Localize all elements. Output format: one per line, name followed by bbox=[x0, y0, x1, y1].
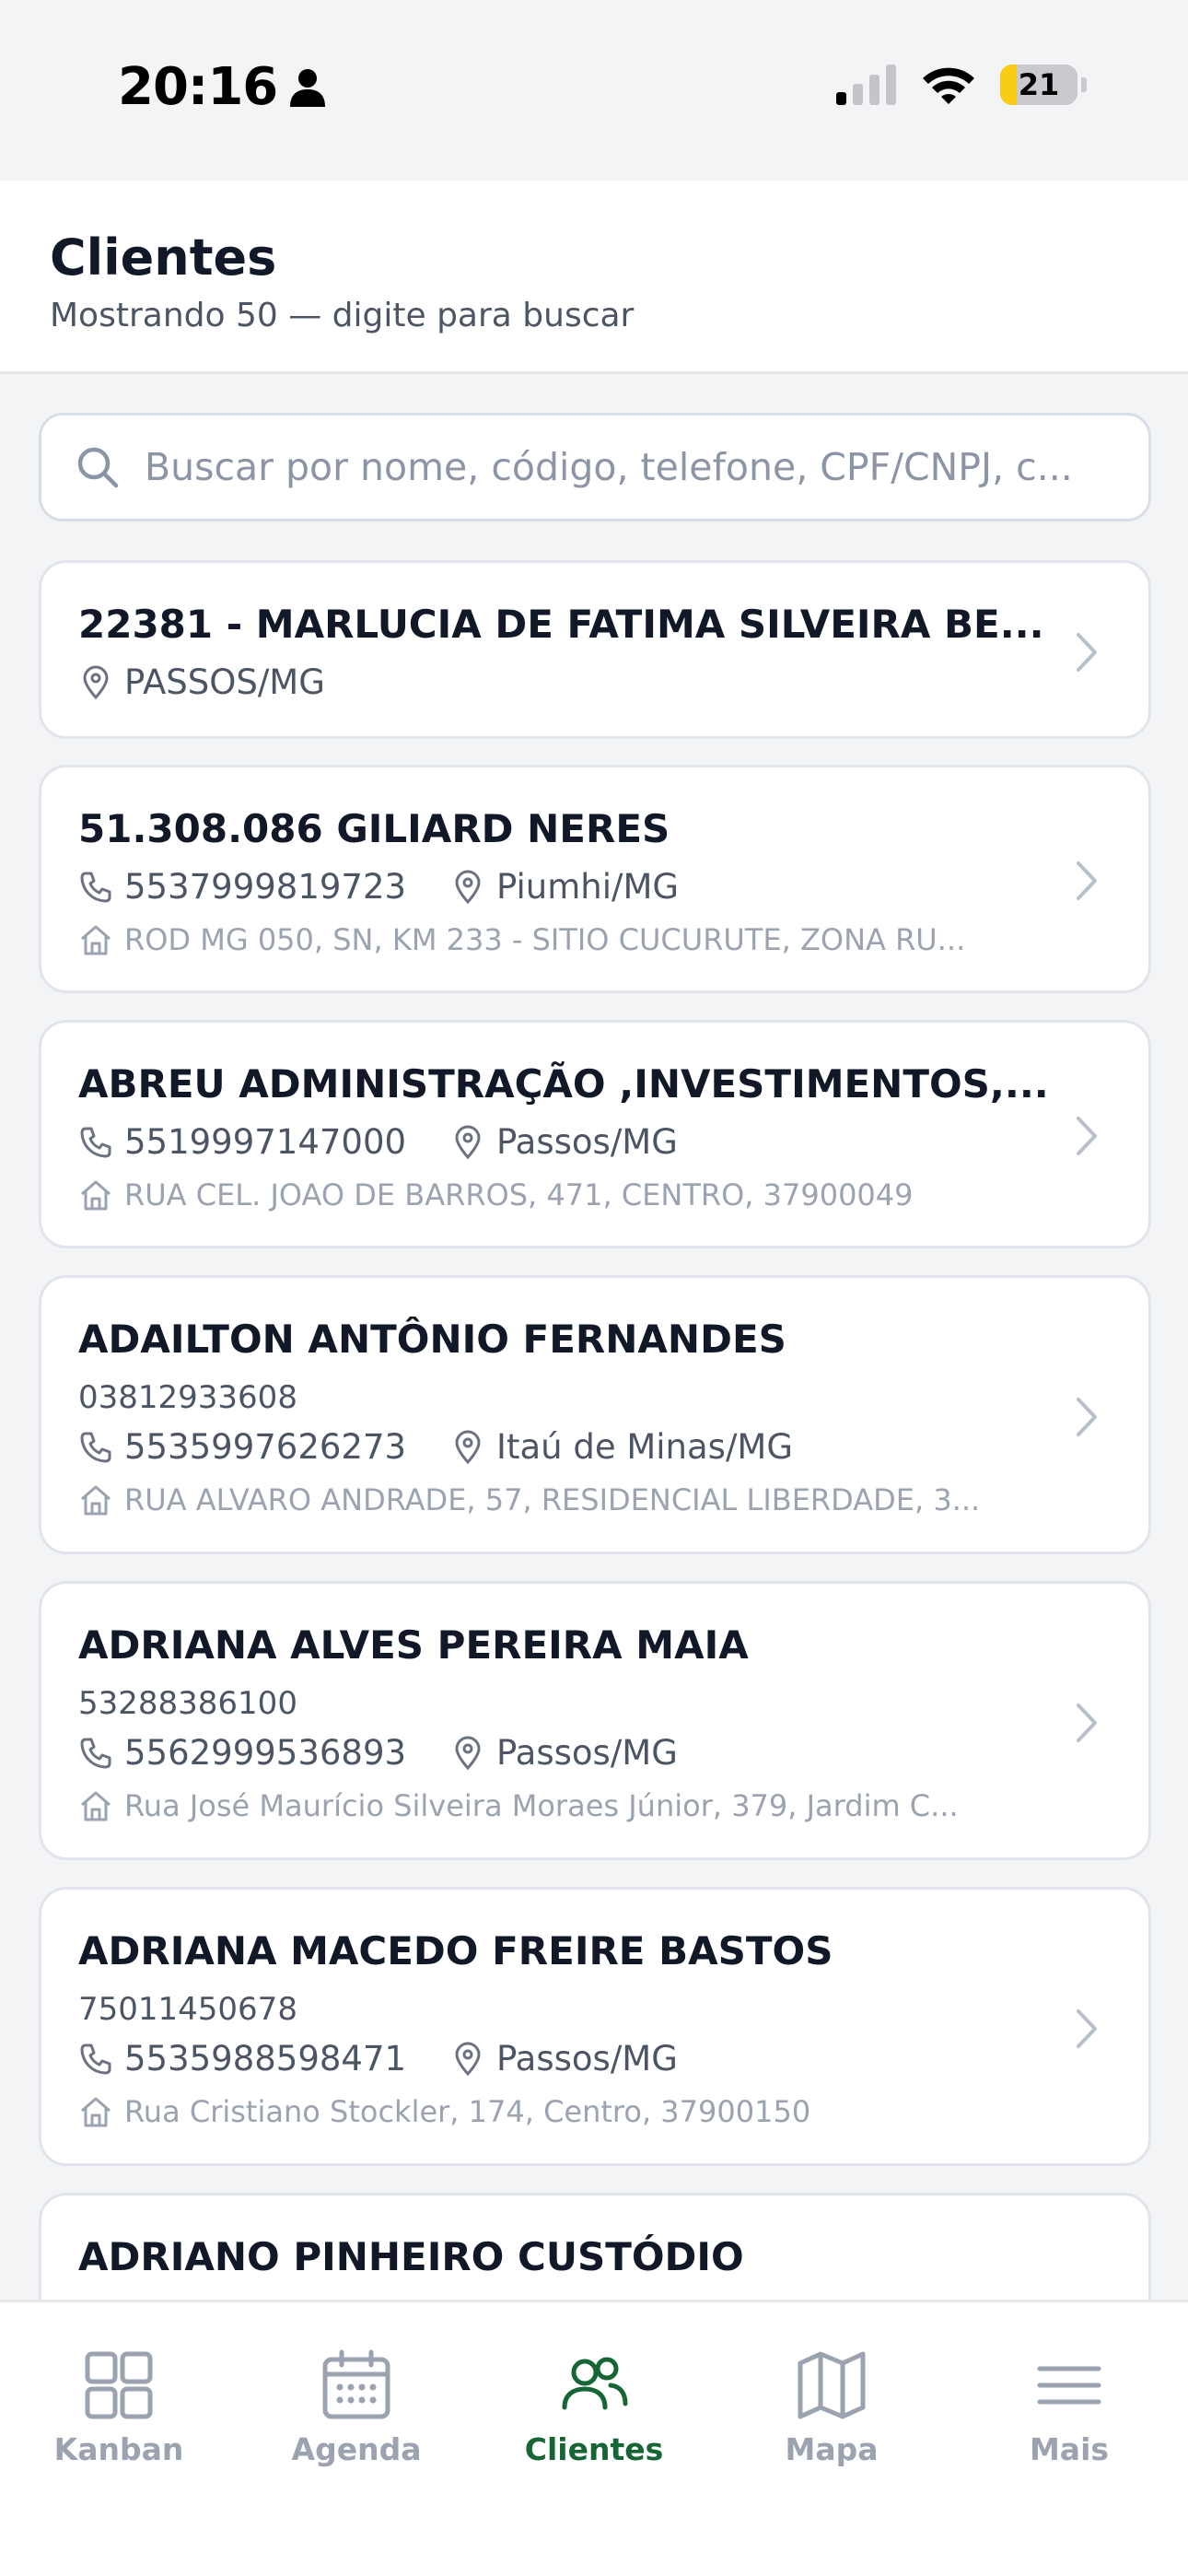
client-name: ABREU ADMINISTRAÇÃO ,INVESTIMENTOS,... bbox=[78, 1061, 1049, 1107]
nav-item-clientes[interactable]: Clientes bbox=[475, 2347, 713, 2467]
phone-icon bbox=[80, 2043, 111, 2074]
client-name: 22381 - MARLUCIA DE FATIMA SILVEIRA BE..… bbox=[78, 602, 1044, 647]
menu-icon bbox=[1037, 2366, 1101, 2405]
client-address: RUA CEL. JOAO DE BARROS, 471, CENTRO, 37… bbox=[124, 1177, 914, 1212]
client-city: Piumhi/MG bbox=[496, 867, 680, 907]
battery-fill bbox=[1000, 64, 1017, 105]
nav-label-agenda: Agenda bbox=[291, 2431, 422, 2467]
nav-item-agenda[interactable]: Agenda bbox=[238, 2347, 475, 2467]
map-icon bbox=[798, 2351, 866, 2419]
signal-icon bbox=[836, 64, 896, 105]
nav-label-clientes: Clientes bbox=[524, 2431, 664, 2467]
wifi-icon bbox=[923, 67, 974, 104]
home-icon bbox=[81, 1180, 111, 1211]
client-card[interactable]: 51.308.086 GILIARD NERES 5537999819723 P… bbox=[39, 765, 1151, 993]
client-document: 53288386100 bbox=[78, 1685, 297, 1722]
phone-icon bbox=[80, 1738, 111, 1768]
nav-item-mapa[interactable]: Mapa bbox=[713, 2347, 950, 2467]
client-card[interactable]: ADRIANA MACEDO FREIRE BASTOS 75011450678… bbox=[39, 1887, 1151, 2166]
search-input[interactable] bbox=[145, 445, 1121, 489]
location-pin-icon bbox=[83, 665, 109, 699]
client-name: ADRIANA MACEDO FREIRE BASTOS bbox=[78, 1928, 833, 1973]
chevron-right-icon bbox=[1077, 1704, 1097, 1742]
person-icon bbox=[290, 68, 326, 107]
client-address: RUA ALVARO ANDRADE, 57, RESIDENCIAL LIBE… bbox=[124, 1482, 981, 1517]
status-bar: 20:16 21 bbox=[0, 0, 1188, 181]
client-phone: 5537999819723 bbox=[124, 867, 407, 907]
location-pin-icon bbox=[455, 1125, 481, 1159]
page-title: Clientes bbox=[50, 228, 277, 287]
client-card[interactable]: ADAILTON ANTÔNIO FERNANDES 03812933608 5… bbox=[39, 1275, 1151, 1554]
client-city: Passos/MG bbox=[496, 1733, 678, 1773]
client-name: ADRIANA ALVES PEREIRA MAIA bbox=[78, 1622, 749, 1668]
nav-item-mais[interactable]: Mais bbox=[950, 2347, 1188, 2467]
grid-icon bbox=[85, 2351, 153, 2419]
battery-indicator: 21 bbox=[1000, 64, 1077, 105]
phone-icon bbox=[80, 872, 111, 902]
chevron-right-icon bbox=[1077, 2009, 1097, 2048]
home-icon bbox=[81, 925, 111, 955]
bottom-navigation: Kanban Agenda Clientes Mapa Mais bbox=[0, 2300, 1188, 2576]
chevron-right-icon bbox=[1077, 861, 1097, 900]
client-phone: 5535997626273 bbox=[124, 1427, 407, 1467]
client-address: Rua Cristiano Stockler, 174, Centro, 379… bbox=[124, 2094, 811, 2129]
client-phone: 5562999536893 bbox=[124, 1733, 407, 1773]
client-city: Itaú de Minas/MG bbox=[496, 1427, 794, 1467]
chevron-right-icon bbox=[1077, 1117, 1097, 1155]
search-box[interactable] bbox=[39, 413, 1151, 521]
status-time: 20:16 bbox=[118, 57, 278, 117]
chevron-right-icon bbox=[1077, 633, 1097, 672]
client-address: ROD MG 050, SN, KM 233 - SITIO CUCURUTE,… bbox=[124, 922, 966, 957]
search-icon bbox=[77, 447, 119, 488]
client-document: 75011450678 bbox=[78, 1991, 297, 2028]
nav-item-kanban[interactable]: Kanban bbox=[0, 2347, 238, 2467]
home-icon bbox=[81, 1791, 111, 1821]
nav-label-mapa: Mapa bbox=[785, 2431, 879, 2467]
client-card[interactable]: ABREU ADMINISTRAÇÃO ,INVESTIMENTOS,... 5… bbox=[39, 1020, 1151, 1248]
page-header: Clientes Mostrando 50 — digite para busc… bbox=[0, 181, 1188, 374]
client-document: 03812933608 bbox=[78, 1379, 297, 1416]
client-name: 51.308.086 GILIARD NERES bbox=[78, 806, 670, 851]
location-pin-icon bbox=[455, 870, 481, 904]
client-phone: 5519997147000 bbox=[124, 1122, 407, 1162]
client-city: PASSOS/MG bbox=[124, 662, 325, 702]
nav-label-mais: Mais bbox=[1029, 2431, 1110, 2467]
home-icon bbox=[81, 2097, 111, 2127]
location-pin-icon bbox=[455, 1430, 481, 1464]
users-icon bbox=[562, 2357, 628, 2410]
chevron-right-icon bbox=[1077, 1398, 1097, 1436]
nav-label-kanban: Kanban bbox=[53, 2431, 184, 2467]
home-icon bbox=[81, 1485, 111, 1516]
phone-icon bbox=[80, 1432, 111, 1462]
client-city: Passos/MG bbox=[496, 2039, 678, 2078]
page-subtitle: Mostrando 50 — digite para buscar bbox=[50, 297, 635, 334]
battery-level: 21 bbox=[1018, 67, 1060, 102]
client-card[interactable]: ADRIANA ALVES PEREIRA MAIA 53288386100 5… bbox=[39, 1581, 1151, 1860]
battery-cap bbox=[1081, 77, 1087, 92]
location-pin-icon bbox=[455, 1736, 481, 1770]
calendar-icon bbox=[322, 2349, 390, 2419]
client-city: Passos/MG bbox=[496, 1122, 678, 1162]
location-pin-icon bbox=[455, 2042, 481, 2076]
client-phone: 5535988598471 bbox=[124, 2039, 407, 2078]
client-card[interactable]: 22381 - MARLUCIA DE FATIMA SILVEIRA BE..… bbox=[39, 560, 1151, 739]
client-name: ADRIANO PINHEIRO CUSTÓDIO bbox=[78, 2234, 744, 2279]
client-address: Rua José Maurício Silveira Moraes Júnior… bbox=[124, 1788, 959, 1823]
client-name: ADAILTON ANTÔNIO FERNANDES bbox=[78, 1317, 786, 1362]
phone-icon bbox=[80, 1127, 111, 1157]
